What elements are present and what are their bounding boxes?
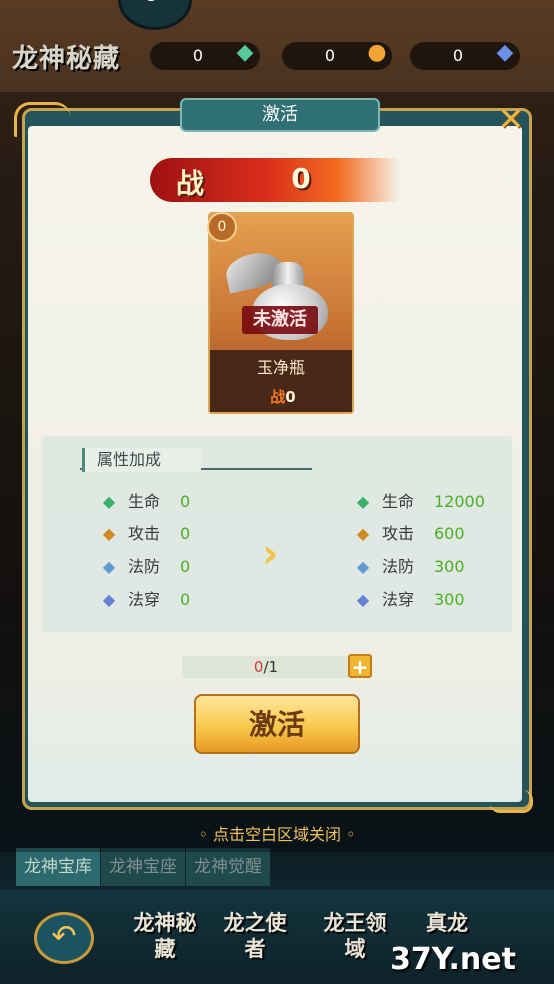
corner-ornament-icon — [14, 102, 71, 137]
attr-value: 0 — [180, 557, 191, 576]
item-power-value: 0 — [285, 388, 296, 406]
currency-value: 0 — [452, 46, 464, 65]
back-button[interactable]: ↶ — [34, 912, 94, 964]
magic-defense-icon: ◆ — [356, 557, 370, 576]
page-title: 龙神秘藏 — [12, 44, 121, 74]
back-arrow-icon: ↶ — [51, 919, 77, 954]
next-attr-row: ◆ 攻击 600 — [354, 522, 504, 546]
close-hint: ◦ 点击空白区域关闭 ◦ — [198, 825, 356, 844]
power-label: 战 — [176, 167, 205, 200]
nav-dragon-secret[interactable]: 龙神秘藏 — [126, 910, 204, 970]
currency-value: 0 — [324, 46, 336, 65]
attr-value: 600 — [434, 524, 465, 543]
attr-value: 0 — [180, 492, 191, 511]
corner-ornament-icon — [490, 790, 533, 813]
attr-value: 12000 — [434, 492, 485, 511]
plus-icon: + — [351, 655, 369, 679]
attr-value: 300 — [434, 590, 465, 609]
attr-name: 生命 — [382, 492, 415, 511]
attr-name: 法防 — [128, 557, 161, 576]
current-attr-row: ◆ 生命 0 — [100, 490, 250, 514]
item-name: 玉净瓶 — [256, 358, 305, 377]
tab-treasury[interactable]: 龙神宝库 — [16, 848, 101, 886]
gold-ingot-icon: ● — [367, 40, 387, 65]
current-attr-row: ◆ 法防 0 — [100, 555, 250, 579]
nav-dragon-envoy[interactable]: 龙之使者 — [216, 910, 294, 970]
attr-value: 0 — [180, 590, 191, 609]
attr-name: 生命 — [128, 492, 161, 511]
green-crystal-icon: ◆ — [236, 40, 254, 65]
currency-gem: 0 ◆ — [410, 40, 520, 70]
life-icon: ◆ — [356, 492, 370, 511]
item-power-prefix: 战 — [270, 388, 286, 406]
close-button[interactable]: ✕ — [496, 103, 526, 135]
life-icon: ◆ — [102, 492, 116, 511]
next-attr-row: ◆ 法防 300 — [354, 555, 504, 579]
currency-value: 0 — [192, 46, 204, 65]
material-progress-text: 0/1 — [182, 656, 350, 678]
attr-value: 300 — [434, 557, 465, 576]
magic-penetration-icon: ◆ — [102, 590, 116, 609]
section-tabs: 龙神宝库 龙神宝座 龙神觉醒 — [16, 848, 271, 886]
red-dot-badge — [143, 0, 159, 1]
attribute-header: 属性加成 — [82, 448, 201, 472]
attr-name: 攻击 — [382, 524, 415, 543]
add-material-button[interactable]: + — [348, 654, 372, 678]
magic-defense-icon: ◆ — [102, 557, 116, 576]
attack-icon: ◆ — [102, 524, 116, 543]
attack-icon: ◆ — [356, 524, 370, 543]
attr-value: 0 — [180, 524, 191, 543]
attr-name: 法穿 — [382, 590, 415, 609]
blue-gem-icon: ◆ — [496, 40, 514, 65]
item-status-badge: 未激活 — [242, 306, 318, 334]
current-attr-row: ◆ 法穿 0 — [100, 588, 250, 612]
tab-throne[interactable]: 龙神宝座 — [101, 848, 186, 886]
currency-gold: 0 ● — [282, 40, 392, 70]
progress-total: /1 — [263, 658, 279, 676]
item-power: 战0 — [260, 386, 306, 406]
activate-button[interactable]: 激活 — [194, 694, 360, 754]
watermark: 37Y.net — [390, 942, 516, 977]
next-attr-row: ◆ 生命 12000 — [354, 490, 504, 514]
item-level-badge: 0 — [207, 212, 237, 242]
close-icon: ✕ — [497, 100, 525, 138]
dialog-title: 激活 — [180, 98, 380, 132]
power-value: 0 — [291, 162, 311, 195]
nav-dragon-domain[interactable]: 龙王领域 — [316, 910, 394, 970]
magic-penetration-icon: ◆ — [356, 590, 370, 609]
currency-crystal: 0 ◆ — [150, 40, 260, 70]
current-attr-row: ◆ 攻击 0 — [100, 522, 250, 546]
attr-name: 法防 — [382, 557, 415, 576]
chevron-right-icon: › — [262, 531, 279, 577]
attr-name: 攻击 — [128, 524, 161, 543]
tab-awakening[interactable]: 龙神觉醒 — [186, 848, 271, 886]
attr-name: 法穿 — [128, 590, 161, 609]
next-attr-row: ◆ 法穿 300 — [354, 588, 504, 612]
